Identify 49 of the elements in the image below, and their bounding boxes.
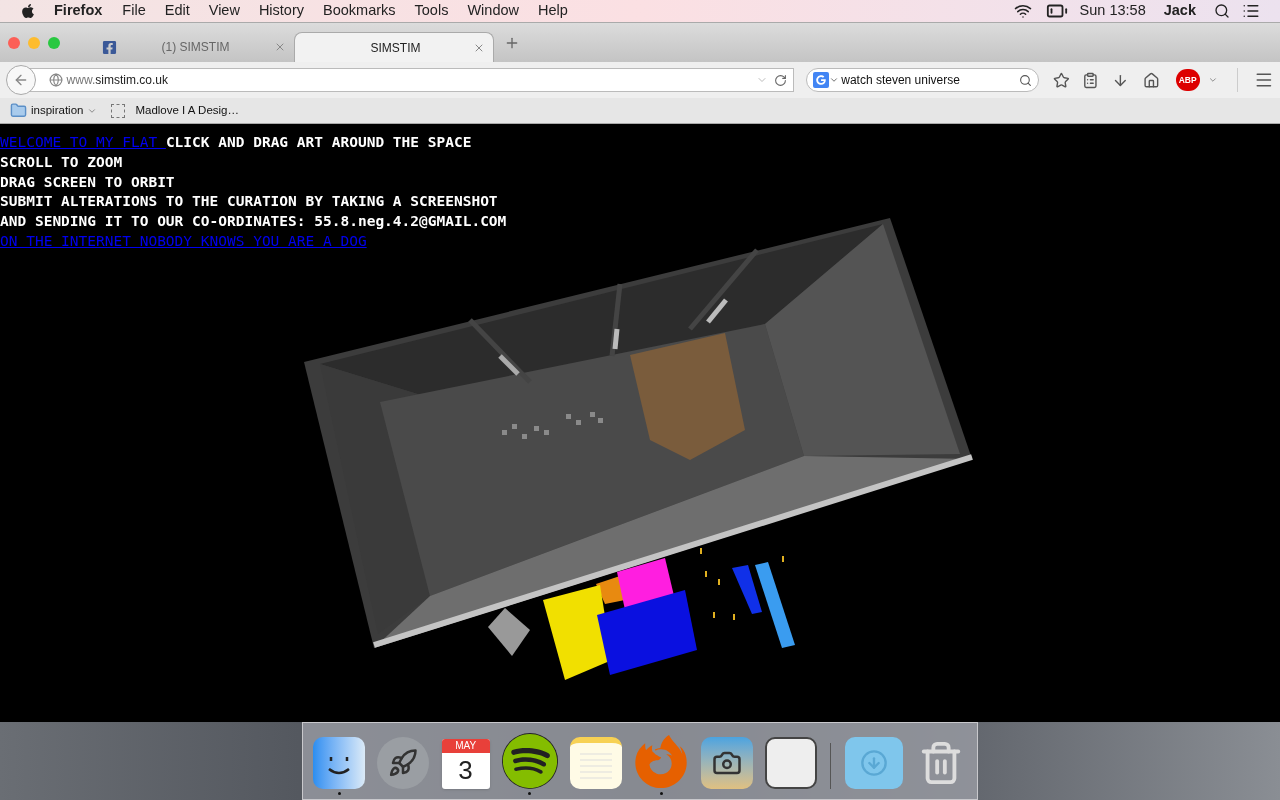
url-text: www.simstim.co.uk (66, 72, 168, 89)
bookmark-star-icon[interactable] (1052, 71, 1070, 89)
folder-icon (10, 102, 27, 119)
menu-item[interactable]: History (258, 0, 304, 22)
browser-tab[interactable]: (1) SIMSTIM (94, 32, 294, 62)
reload-icon[interactable] (774, 73, 788, 87)
bookmark-item[interactable]: inspiration (10, 101, 98, 120)
user-name[interactable]: Jack (1163, 0, 1196, 22)
browser-tab[interactable]: SIMSTIM (294, 32, 494, 62)
menu-clock[interactable]: Sun 13:58 (1079, 0, 1146, 22)
document-icon[interactable] (765, 737, 818, 789)
facebook-icon (102, 39, 117, 55)
calendar-day: 3 (458, 753, 473, 787)
menu-item[interactable]: Bookmarks (323, 0, 396, 22)
menu-item[interactable]: File (122, 0, 146, 22)
google-icon[interactable] (813, 72, 830, 88)
calendar-icon[interactable]: MAY 3 (441, 739, 490, 789)
calendar-month: MAY (441, 739, 490, 753)
page-icon (111, 103, 126, 118)
bookmark-item[interactable]: Madlove I A Desig… (111, 101, 239, 120)
apple-icon[interactable] (20, 3, 36, 19)
app-menu[interactable]: Firefox (54, 0, 103, 22)
camera-photo-icon[interactable] (700, 737, 753, 789)
search-query: watch steven universe (841, 72, 961, 89)
adblock-button[interactable]: ABP (1175, 69, 1200, 91)
notepad-icon[interactable] (570, 737, 623, 789)
finder-face-icon[interactable] (313, 737, 365, 789)
wifi-icon[interactable] (1013, 2, 1032, 20)
reading-list-icon[interactable] (1081, 71, 1099, 89)
search-icon[interactable] (1214, 3, 1230, 19)
menu-item[interactable]: Help (538, 0, 568, 22)
search-icon[interactable] (1018, 73, 1032, 87)
tab-title: (1) SIMSTIM (160, 39, 231, 56)
menu-item[interactable]: Window (467, 0, 519, 22)
instruction-line: DRAG SCREEN TO ORBIT (0, 172, 176, 192)
menu-item[interactable]: View (208, 0, 240, 22)
menu-item[interactable]: Tools (414, 0, 449, 22)
search-field[interactable]: watch steven universe (806, 68, 1039, 92)
menu-item[interactable]: Edit (164, 0, 190, 22)
globe-icon (48, 73, 63, 87)
tab-title: SIMSTIM (369, 39, 422, 57)
engine-dropdown-icon[interactable] (829, 75, 840, 85)
instruction-line: SUBMIT ALTERATIONS TO THE CURATION BY TAKING A SCREENSHOT (0, 192, 499, 212)
address-field[interactable]: www.simstim.co.uk (29, 68, 795, 92)
instruction-line: SCROLL TO ZOOM (0, 152, 124, 172)
instruction-line: AND SENDING IT TO OUR CO-ORDINATES: 55.8.neg.4.2@GMAIL.COM (0, 212, 508, 232)
home-icon[interactable] (1143, 71, 1160, 89)
instruction-line: WELCOME TO MY FLAT CLICK AND DRAG ART AROUND THE SPACE (0, 133, 473, 152)
list-icon[interactable] (1242, 2, 1260, 20)
